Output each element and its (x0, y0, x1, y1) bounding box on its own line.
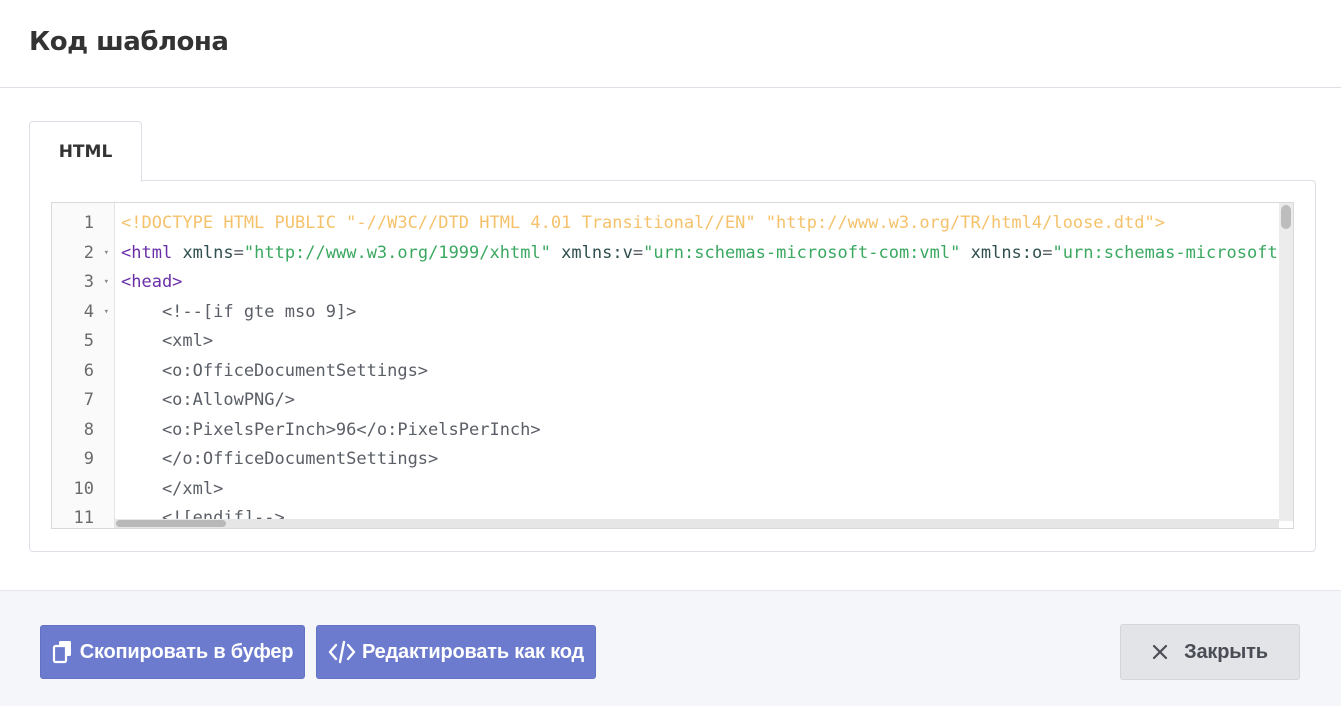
line-number-text: 8 (83, 419, 94, 440)
close-label: Закрыть (1184, 640, 1268, 663)
code-content[interactable]: <!DOCTYPE HTML PUBLIC "-//W3C//DTD HTML … (121, 203, 1279, 521)
code-line[interactable]: <o:OfficeDocumentSettings> (121, 357, 428, 387)
line-number-text: 2 (83, 242, 94, 263)
code-line[interactable]: </o:OfficeDocumentSettings> (121, 445, 438, 475)
line-number-text: 5 (83, 331, 94, 351)
code-token: xmlns (182, 242, 234, 263)
line-number: 7 (52, 386, 114, 416)
line-number: 1 (52, 209, 114, 239)
line-number: 8 (52, 416, 114, 446)
code-line[interactable]: <!--[if gte mso 9]> (121, 298, 356, 328)
code-icon (328, 640, 356, 664)
dialog-footer: Скопировать в буфер Редактировать как ко… (0, 590, 1341, 706)
code-token: = (233, 242, 244, 263)
code-token: <o:AllowPNG/> (121, 390, 295, 410)
code-token: "urn:schemas-microsoft-com:office:office… (1052, 242, 1279, 263)
horizontal-scrollbar-thumb[interactable] (116, 520, 226, 527)
code-token: <!--[if gte mso 9]> (121, 301, 357, 322)
code-editor[interactable]: 1 2 ▾ 3 ▾ 4 ▾ 5 6 7 8 9 10 11 <!DOCTYPE HTML PUBLIC "… (51, 202, 1294, 529)
fold-arrow-icon[interactable]: ▾ (104, 298, 109, 328)
line-number: 5 (52, 327, 114, 357)
code-token: </o:OfficeDocumentSettings> (121, 449, 439, 469)
code-token: xmlns:o (970, 242, 1043, 263)
line-number-text: 3 (83, 272, 94, 292)
line-number-text: 7 (83, 390, 94, 410)
vertical-scrollbar-thumb[interactable] (1281, 205, 1291, 229)
vertical-scrollbar[interactable] (1279, 203, 1293, 521)
line-number-gutter: 1 2 ▾ 3 ▾ 4 ▾ 5 6 7 8 9 10 11 (52, 203, 115, 528)
code-token: = (1042, 242, 1053, 263)
code-line[interactable]: <head> (121, 268, 182, 298)
code-token: <head> (121, 272, 183, 292)
code-line[interactable]: </xml> (121, 475, 223, 505)
code-token: <o:PixelsPerInch>96</o:PixelsPerInch> (121, 419, 541, 440)
line-number-text: 4 (83, 301, 94, 322)
edit-as-code-button[interactable]: Редактировать как код (316, 625, 596, 679)
code-line[interactable]: <html xmlns="http://www.w3.org/1999/xhtm… (121, 239, 1279, 269)
code-token: <html (121, 242, 173, 263)
code-line[interactable]: <o:AllowPNG/> (121, 386, 295, 416)
line-number: 6 (52, 357, 114, 387)
code-line[interactable]: <xml> (121, 327, 213, 357)
copy-to-clipboard-button[interactable]: Скопировать в буфер (40, 625, 305, 679)
line-number-text: 10 (73, 478, 94, 499)
line-number: 4 ▾ (52, 298, 114, 328)
line-number-text: 6 (83, 360, 94, 381)
line-number-text: 1 (83, 213, 94, 233)
dialog-header: Код шаблона (0, 0, 1341, 88)
code-token: <!DOCTYPE HTML PUBLIC "-//W3C//DTD HTML … (121, 213, 1165, 233)
close-icon (1152, 644, 1168, 660)
code-token: "urn:schemas-microsoft-com:vml" (643, 242, 961, 263)
line-number-text: 9 (83, 449, 94, 469)
close-button[interactable]: Закрыть (1120, 624, 1300, 680)
tab-html[interactable]: HTML (29, 121, 142, 182)
code-line[interactable]: <!DOCTYPE HTML PUBLIC "-//W3C//DTD HTML … (121, 209, 1165, 239)
line-number-text: 11 (73, 508, 94, 528)
code-token: xmlns:v (561, 242, 633, 263)
code-token: <o:OfficeDocumentSettings> (121, 360, 429, 381)
line-number: 11 (52, 504, 114, 528)
line-number: 9 (52, 445, 114, 475)
horizontal-scrollbar[interactable] (115, 519, 1279, 528)
copy-icon (52, 640, 74, 664)
code-token: "http://www.w3.org/1999/xhtml" (243, 242, 551, 263)
fold-arrow-icon[interactable]: ▾ (104, 268, 109, 298)
fold-arrow-icon[interactable]: ▾ (104, 239, 109, 269)
copy-to-clipboard-label: Скопировать в буфер (79, 640, 294, 663)
dialog-title: Код шаблона (29, 27, 229, 57)
line-number: 10 (52, 475, 114, 505)
code-token: <xml> (121, 331, 214, 351)
edit-as-code-label: Редактировать как код (361, 640, 584, 663)
line-number: 3 ▾ (52, 268, 114, 298)
code-token: = (632, 242, 644, 263)
code-token: </xml> (121, 478, 224, 499)
line-number: 2 ▾ (52, 239, 114, 269)
code-line[interactable]: <o:PixelsPerInch>96</o:PixelsPerInch> (121, 416, 541, 446)
